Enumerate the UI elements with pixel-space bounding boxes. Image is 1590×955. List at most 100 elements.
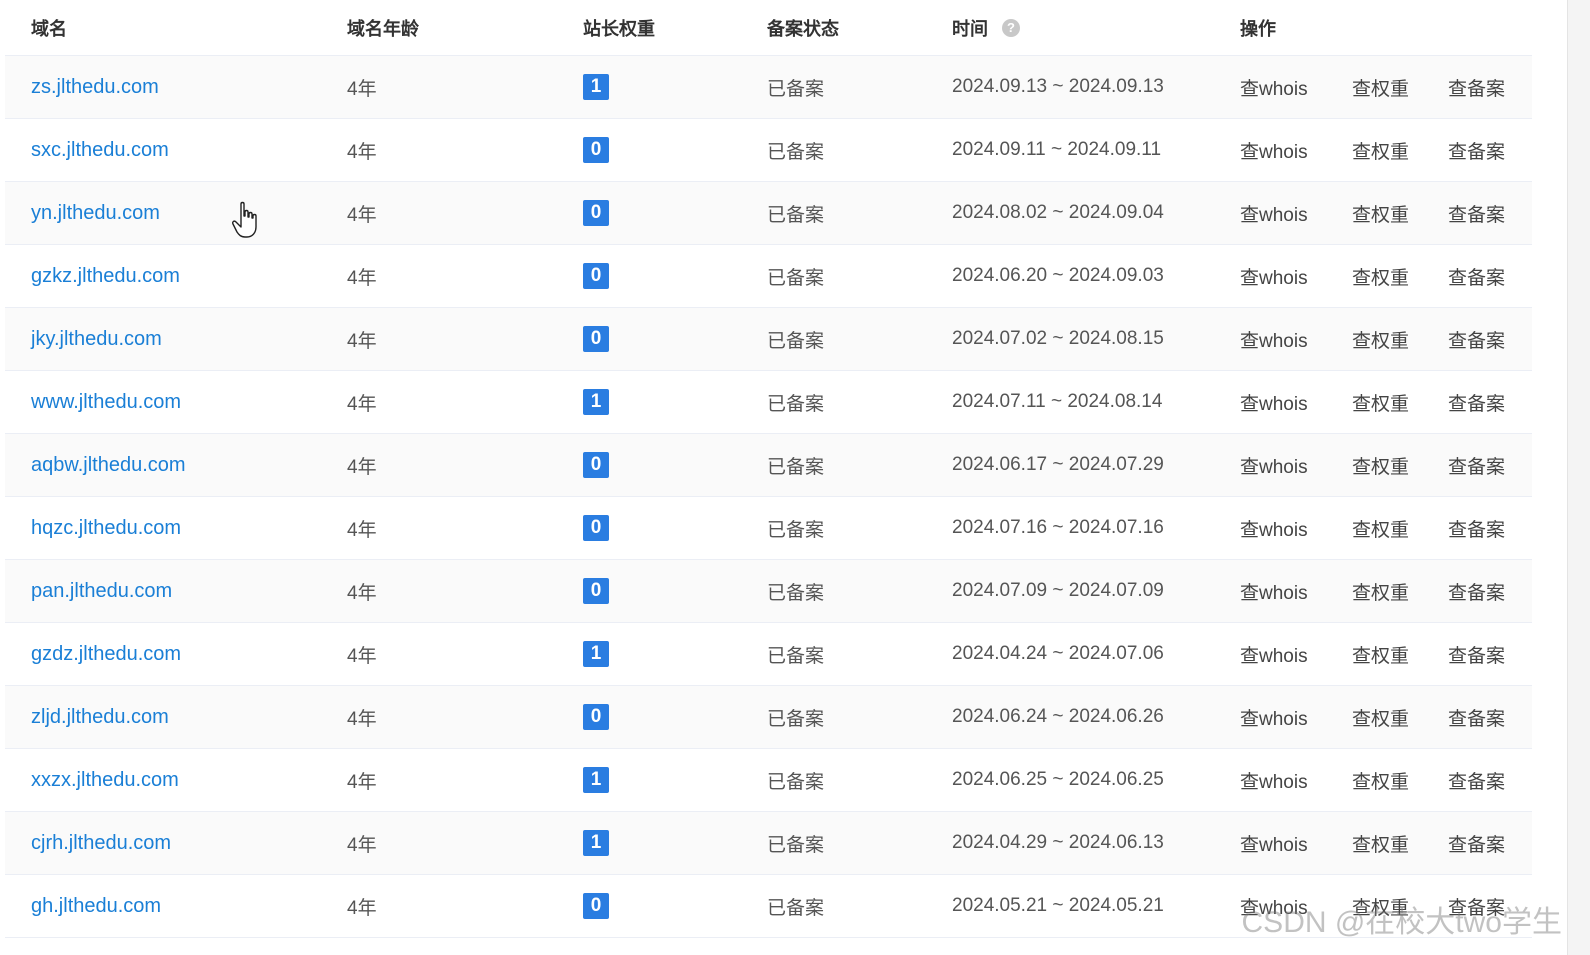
scrollbar[interactable] [1567, 0, 1590, 955]
beian-status: 已备案 [767, 267, 825, 289]
whois-link[interactable]: 查whois [1240, 74, 1308, 101]
domain-list-page: 域名 域名年龄 站长权重 备案状态 时间 ? 操作 zs.jlthedu.com… [0, 0, 1590, 955]
time-range: 2024.06.20 ~ 2024.09.03 [952, 265, 1164, 286]
table-row: zs.jlthedu.com 4年 1 已备案 2024.09.13 ~ 2024.09… [5, 56, 1532, 119]
check-weight-link[interactable]: 查权重 [1352, 326, 1409, 353]
whois-link[interactable]: 查whois [1240, 137, 1308, 164]
weight-badge: 1 [583, 830, 609, 856]
check-weight-link[interactable]: 查权重 [1352, 704, 1409, 731]
weight-cell: 1 [583, 749, 609, 811]
domain-link[interactable]: hqzc.jlthedu.com [31, 517, 181, 540]
whois-link[interactable]: 查whois [1240, 578, 1308, 605]
check-beian-link[interactable]: 查备案 [1448, 200, 1505, 227]
table-row: pan.jlthedu.com 4年 0 已备案 2024.07.09 ~ 2024.0… [5, 560, 1532, 623]
domain-link[interactable]: zs.jlthedu.com [31, 76, 159, 99]
check-beian-link[interactable]: 查备案 [1448, 767, 1505, 794]
table-row: jky.jlthedu.com 4年 0 已备案 2024.07.02 ~ 2024.0… [5, 308, 1532, 371]
domain-link[interactable]: www.jlthedu.com [31, 391, 181, 414]
domain-cell: pan.jlthedu.com [31, 560, 172, 622]
check-beian-link[interactable]: 查备案 [1448, 137, 1505, 164]
check-beian-link[interactable]: 查备案 [1448, 326, 1505, 353]
check-weight-link[interactable]: 查权重 [1352, 200, 1409, 227]
age-cell: 4年 [347, 897, 377, 919]
whois-link[interactable]: 查whois [1240, 326, 1308, 353]
whois-link[interactable]: 查whois [1240, 767, 1308, 794]
domain-link[interactable]: jky.jlthedu.com [31, 328, 162, 351]
age-cell: 4年 [347, 267, 377, 289]
check-beian-link[interactable]: 查备案 [1448, 389, 1505, 416]
check-weight-link[interactable]: 查权重 [1352, 452, 1409, 479]
domain-link[interactable]: sxc.jlthedu.com [31, 139, 169, 162]
check-beian-link[interactable]: 查备案 [1448, 74, 1505, 101]
whois-link[interactable]: 查whois [1240, 704, 1308, 731]
weight-cell: 0 [583, 875, 609, 937]
whois-link[interactable]: 查whois [1240, 389, 1308, 416]
check-weight-link[interactable]: 查权重 [1352, 74, 1409, 101]
check-weight-link[interactable]: 查权重 [1352, 830, 1409, 857]
whois-link[interactable]: 查whois [1240, 830, 1308, 857]
domain-cell: cjrh.jlthedu.com [31, 812, 171, 874]
time-range: 2024.06.17 ~ 2024.07.29 [952, 454, 1164, 475]
beian-status: 已备案 [767, 771, 825, 793]
check-beian-link[interactable]: 查备案 [1448, 704, 1505, 731]
domain-link[interactable]: zljd.jlthedu.com [31, 706, 169, 729]
beian-status: 已备案 [767, 393, 825, 415]
check-weight-link[interactable]: 查权重 [1352, 389, 1409, 416]
domain-link[interactable]: cjrh.jlthedu.com [31, 832, 171, 855]
domain-cell: yn.jlthedu.com [31, 182, 160, 244]
domain-link[interactable]: aqbw.jlthedu.com [31, 454, 186, 477]
weight-badge: 0 [583, 515, 609, 541]
domain-cell: www.jlthedu.com [31, 371, 181, 433]
weight-cell: 1 [583, 812, 609, 874]
weight-cell: 0 [583, 119, 609, 181]
whois-link[interactable]: 查whois [1240, 515, 1308, 542]
weight-badge: 0 [583, 452, 609, 478]
table-row: gzkz.jlthedu.com 4年 0 已备案 2024.06.20 ~ 2024.… [5, 245, 1532, 308]
domain-cell: aqbw.jlthedu.com [31, 434, 186, 496]
beian-status: 已备案 [767, 204, 825, 226]
domain-link[interactable]: gh.jlthedu.com [31, 895, 161, 918]
check-beian-link[interactable]: 查备案 [1448, 641, 1505, 668]
header-time: 时间 ? [952, 0, 1020, 55]
whois-link[interactable]: 查whois [1240, 263, 1308, 290]
check-beian-link[interactable]: 查备案 [1448, 452, 1505, 479]
whois-link[interactable]: 查whois [1240, 452, 1308, 479]
time-range: 2024.09.11 ~ 2024.09.11 [952, 139, 1162, 160]
domain-link[interactable]: gzdz.jlthedu.com [31, 643, 181, 666]
domain-link[interactable]: pan.jlthedu.com [31, 580, 172, 603]
table-body: zs.jlthedu.com 4年 1 已备案 2024.09.13 ~ 2024.09… [5, 56, 1532, 938]
weight-badge: 0 [583, 263, 609, 289]
domain-link[interactable]: yn.jlthedu.com [31, 202, 160, 225]
check-weight-link[interactable]: 查权重 [1352, 578, 1409, 605]
check-beian-link[interactable]: 查备案 [1448, 263, 1505, 290]
whois-link[interactable]: 查whois [1240, 641, 1308, 668]
domain-cell: zljd.jlthedu.com [31, 686, 169, 748]
check-weight-link[interactable]: 查权重 [1352, 137, 1409, 164]
domain-link[interactable]: xxzx.jlthedu.com [31, 769, 179, 792]
check-weight-link[interactable]: 查权重 [1352, 263, 1409, 290]
domain-table: 域名 域名年龄 站长权重 备案状态 时间 ? 操作 zs.jlthedu.com… [5, 0, 1532, 938]
check-beian-link[interactable]: 查备案 [1448, 830, 1505, 857]
age-cell: 4年 [347, 78, 377, 100]
weight-cell: 1 [583, 371, 609, 433]
question-circle-icon[interactable]: ? [1002, 18, 1020, 37]
weight-badge: 0 [583, 137, 609, 163]
header-ops: 操作 [1240, 18, 1276, 39]
domain-cell: jky.jlthedu.com [31, 308, 162, 370]
table-row: hqzc.jlthedu.com 4年 0 已备案 2024.07.16 ~ 2024.… [5, 497, 1532, 560]
domain-cell: zs.jlthedu.com [31, 56, 159, 118]
weight-badge: 0 [583, 578, 609, 604]
domain-link[interactable]: gzkz.jlthedu.com [31, 265, 180, 288]
check-weight-link[interactable]: 查权重 [1352, 515, 1409, 542]
check-beian-link[interactable]: 查备案 [1448, 578, 1505, 605]
age-cell: 4年 [347, 645, 377, 667]
check-weight-link[interactable]: 查权重 [1352, 641, 1409, 668]
check-weight-link[interactable]: 查权重 [1352, 767, 1409, 794]
time-range: 2024.04.24 ~ 2024.07.06 [952, 643, 1164, 664]
check-beian-link[interactable]: 查备案 [1448, 515, 1505, 542]
table-row: www.jlthedu.com 4年 1 已备案 2024.07.11 ~ 2024.0… [5, 371, 1532, 434]
weight-cell: 0 [583, 686, 609, 748]
beian-status: 已备案 [767, 897, 825, 919]
whois-link[interactable]: 查whois [1240, 200, 1308, 227]
header-weight: 站长权重 [583, 18, 655, 39]
